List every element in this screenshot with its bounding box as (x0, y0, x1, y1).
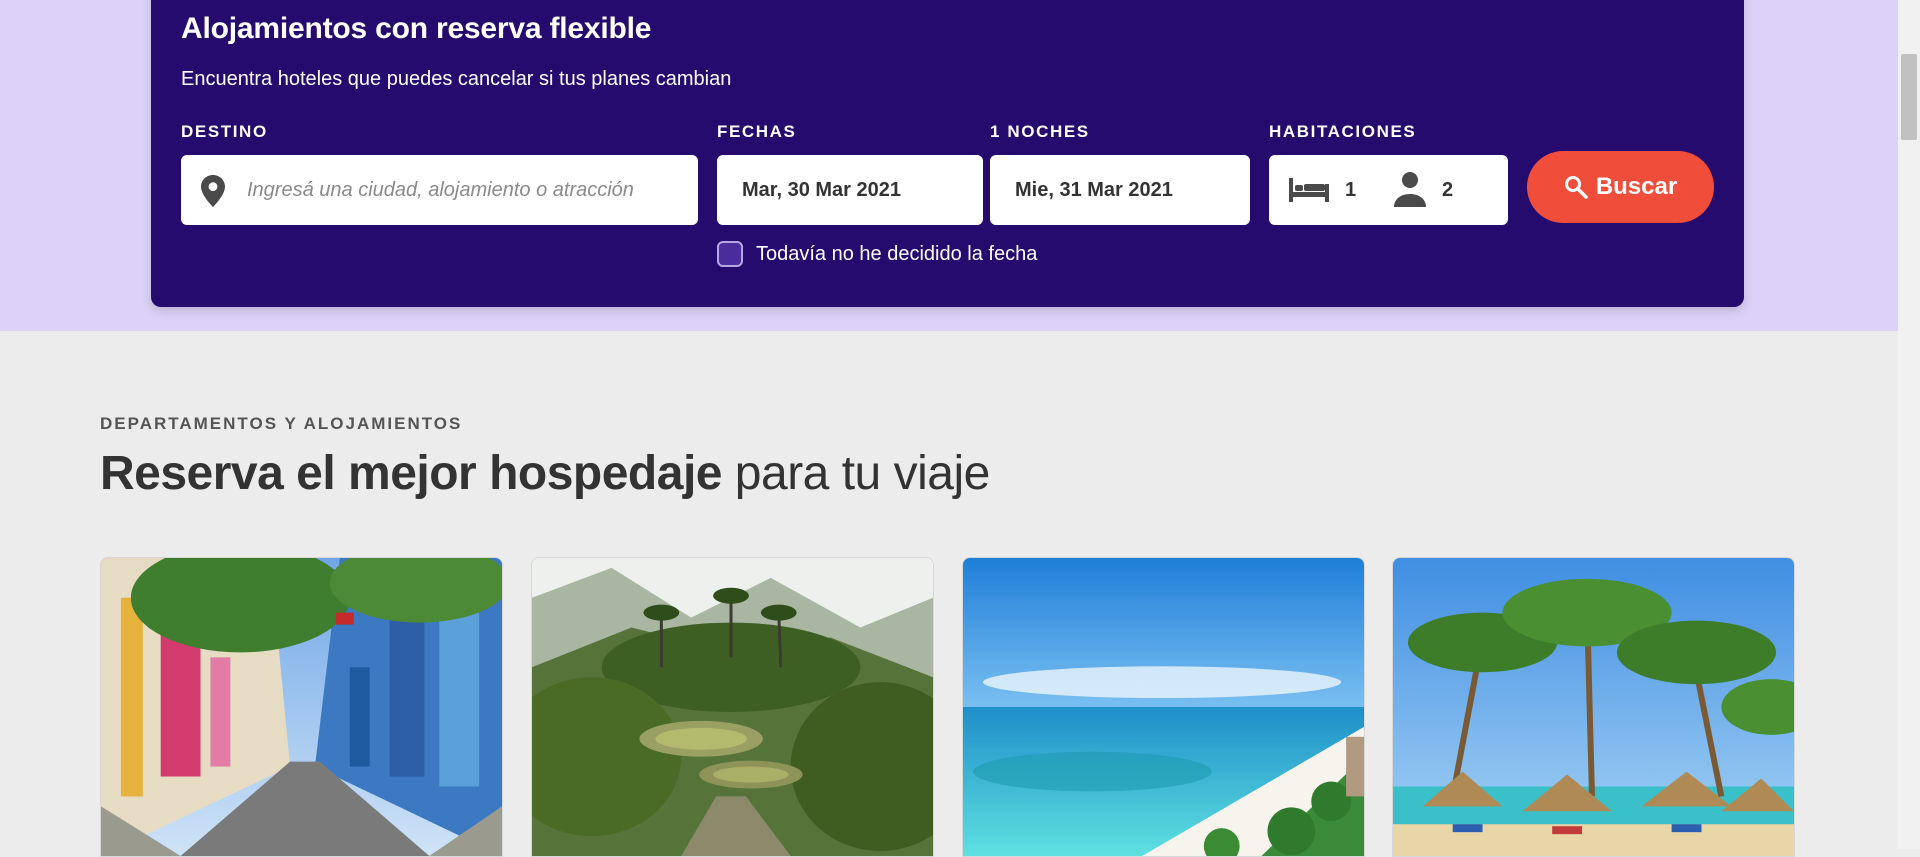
colonial-street-image (101, 558, 502, 856)
search-icon (1564, 176, 1588, 199)
destination-card-turquoise-beach[interactable] (962, 557, 1365, 857)
rooms-guests-selector[interactable]: 1 2 (1269, 155, 1508, 225)
turquoise-beach-image (963, 558, 1364, 856)
person-icon (1394, 172, 1426, 207)
section-title-bold: Reserva el mejor hospedaje (100, 447, 722, 500)
map-pin-icon (201, 175, 225, 207)
jungle-ruins-image (532, 558, 933, 856)
section-title-regular: para tu viaje (721, 447, 990, 500)
scrollbar-thumb[interactable] (1901, 54, 1917, 140)
no-dates-checkbox[interactable] (717, 241, 743, 267)
rooms-label: HABITACIONES (1269, 122, 1417, 141)
no-dates-label[interactable]: Todavía no he decidido la fecha (756, 243, 1037, 266)
destination-label: DESTINO (181, 122, 268, 141)
checkin-date-field[interactable]: Mar, 30 Mar 2021 (717, 155, 983, 225)
palm-beach-image (1393, 558, 1794, 856)
destination-card-jungle-ruins[interactable] (531, 557, 934, 857)
destination-field[interactable] (181, 155, 698, 225)
search-subtitle: Encuentra hoteles que puedes cancelar si… (181, 68, 732, 90)
bed-icon (1289, 178, 1329, 202)
search-title: Alojamientos con reserva flexible (181, 12, 652, 45)
search-button-label: Buscar (1595, 173, 1678, 200)
destination-input[interactable] (247, 155, 683, 225)
dates-label: FECHAS (717, 122, 797, 141)
section-title: Reserva el mejor hospedaje para tu viaje (100, 446, 990, 501)
destination-card-colonial-street[interactable] (100, 557, 503, 857)
search-button[interactable]: Buscar (1527, 151, 1714, 223)
rooms-count: 1 (1345, 179, 1357, 201)
nights-label: 1 NOCHES (990, 122, 1090, 141)
guests-count: 2 (1442, 179, 1454, 201)
destination-card-palm-beach[interactable] (1392, 557, 1795, 857)
scrollbar-track[interactable] (1898, 0, 1920, 849)
section-eyebrow: DEPARTAMENTOS Y ALOJAMIENTOS (100, 414, 463, 433)
checkout-date-field[interactable]: Mie, 31 Mar 2021 (990, 155, 1250, 225)
